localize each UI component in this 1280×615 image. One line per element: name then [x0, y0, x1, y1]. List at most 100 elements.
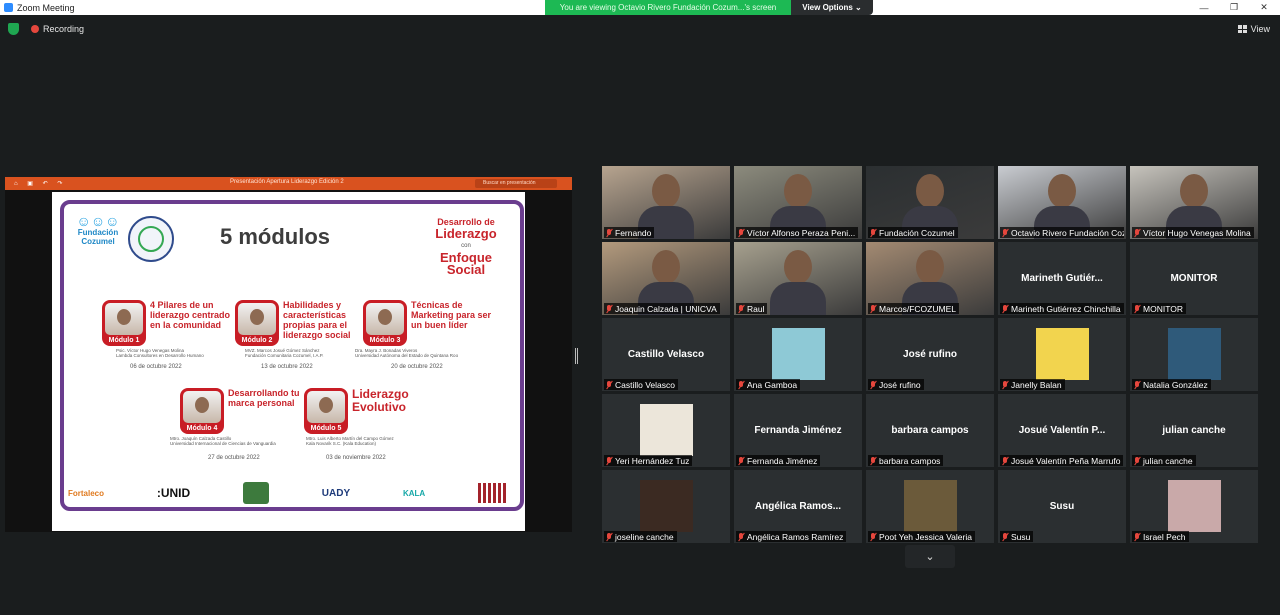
- split-resize-handle[interactable]: [575, 348, 578, 364]
- participant-tile[interactable]: Susu Susu: [998, 470, 1126, 543]
- participant-display-name: Susu: [1049, 501, 1075, 512]
- minimize-button[interactable]: —: [1189, 0, 1219, 15]
- participant-tile[interactable]: José rufino José rufino: [866, 318, 994, 391]
- shared-screen[interactable]: ⌂ ▣ ↶ ↷ Presentación Apertura Liderazgo …: [5, 177, 572, 532]
- participant-tile[interactable]: Ana Gamboa: [734, 318, 862, 391]
- participant-tile[interactable]: Yeri Hernández Tuz: [602, 394, 730, 467]
- participant-name-tag: barbara campos: [868, 455, 944, 466]
- participant-avatar: [772, 328, 825, 380]
- view-options-button[interactable]: View Options ⌄: [791, 0, 873, 15]
- muted-mic-icon: [738, 304, 744, 313]
- module-date: 03 de noviembre 2022: [326, 455, 386, 461]
- participant-tile[interactable]: Fundación Cozumel: [866, 166, 994, 239]
- muted-mic-icon: [1134, 380, 1140, 389]
- participant-tile[interactable]: Angélica Ramos... Angélica Ramos Ramírez: [734, 470, 862, 543]
- participant-name-tag: Yeri Hernández Tuz: [604, 455, 693, 466]
- close-button[interactable]: ✕: [1249, 0, 1279, 15]
- participant-name-tag: Fernando: [604, 227, 655, 238]
- muted-mic-icon: [1134, 456, 1140, 465]
- participant-name-tag: José rufino: [868, 379, 924, 390]
- presentation-toolbar: ⌂ ▣ ↶ ↷ Presentación Apertura Liderazgo …: [5, 177, 572, 190]
- participant-tile[interactable]: joseline canche: [602, 470, 730, 543]
- participant-silhouette: [652, 250, 680, 284]
- participant-name-tag: Fundación Cozumel: [868, 227, 958, 238]
- participant-name-tag: Marineth Gutiérrez Chinchilla: [1000, 303, 1124, 314]
- sponsor-building-icon: [477, 483, 508, 503]
- module-label: Módulo 5: [310, 425, 342, 432]
- view-button[interactable]: View: [1237, 24, 1270, 34]
- presentation-toolbar-icons: ⌂ ▣ ↶ ↷: [14, 181, 67, 187]
- participant-name: Ana Gamboa: [747, 379, 798, 390]
- participant-tile[interactable]: Janelly Balan: [998, 318, 1126, 391]
- module-label: Módulo 1: [108, 337, 140, 344]
- participant-avatar: [1168, 328, 1221, 380]
- participant-name: barbara campos: [879, 455, 941, 466]
- muted-mic-icon: [1002, 380, 1008, 389]
- module-date: 13 de octubre 2022: [261, 364, 313, 370]
- restore-button[interactable]: ❐: [1219, 0, 1249, 15]
- participant-tile[interactable]: julian canche julian canche: [1130, 394, 1258, 467]
- participant-name: José rufino: [879, 379, 921, 390]
- participant-tile[interactable]: Fernanda Jiménez Fernanda Jiménez: [734, 394, 862, 467]
- module-badge: Módulo 4: [180, 388, 224, 434]
- recording-label[interactable]: Recording: [43, 24, 84, 34]
- participant-tile[interactable]: Víctor Alfonso Peraza Peni...: [734, 166, 862, 239]
- participant-tile[interactable]: Octavio Rivero Fundación Coz...: [998, 166, 1126, 239]
- participant-avatar: [640, 480, 693, 532]
- participant-name-tag: Susu: [1000, 531, 1034, 542]
- gallery-grid-icon: [1237, 25, 1247, 33]
- muted-mic-icon: [606, 304, 612, 313]
- muted-mic-icon: [1002, 532, 1008, 541]
- participant-tile[interactable]: Joaquin Calzada | UNICVA: [602, 242, 730, 315]
- gallery-next-page-button[interactable]: ⌄: [905, 545, 955, 568]
- muted-mic-icon: [738, 228, 744, 237]
- participant-tile[interactable]: MONITOR MONITOR: [1130, 242, 1258, 315]
- participant-name: Josué Valentín Peña Marrufo: [1011, 455, 1121, 466]
- participant-tile[interactable]: Fernando: [602, 166, 730, 239]
- participant-tile[interactable]: Marineth Gutiér... Marineth Gutiérrez Chi…: [998, 242, 1126, 315]
- muted-mic-icon: [738, 380, 744, 389]
- participant-avatar: [1168, 480, 1221, 532]
- module-presenter: Dra. Mayra J. Bonadas Viveros Universidad…: [355, 348, 505, 358]
- muted-mic-icon: [606, 380, 612, 389]
- fundacion-logo-text: Fundación Cozumel: [77, 228, 119, 246]
- presentation-search: Buscar en presentación: [475, 179, 557, 188]
- screen-share-banner: You are viewing Octavio Rivero Fundación…: [545, 0, 791, 15]
- participant-tile[interactable]: Natalia González: [1130, 318, 1258, 391]
- muted-mic-icon: [606, 532, 612, 541]
- participant-tile[interactable]: Israel Pech: [1130, 470, 1258, 543]
- participant-name-tag: Víctor Hugo Venegas Molina: [1132, 227, 1254, 238]
- module-badge: Módulo 5: [304, 388, 348, 434]
- participant-tile[interactable]: Josué Valentín P... Josué Valentín Peña M…: [998, 394, 1126, 467]
- module-title: Técnicas de Marketing para ser un buen l…: [411, 300, 492, 330]
- participant-display-name: Angélica Ramos...: [754, 501, 842, 512]
- muted-mic-icon: [606, 228, 612, 237]
- participant-tile[interactable]: Marcos/FCOZUMEL: [866, 242, 994, 315]
- program-brand-logo: Desarrollo de Liderazgo con Enfoque Soci…: [424, 216, 508, 276]
- participant-name: Víctor Alfonso Peraza Peni...: [747, 227, 856, 238]
- participant-tile[interactable]: Víctor Hugo Venegas Molina: [1130, 166, 1258, 239]
- sponsor-logo: KALA: [402, 488, 426, 498]
- participant-name-tag: Josué Valentín Peña Marrufo: [1000, 455, 1124, 466]
- slide-title: 5 módulos: [220, 224, 331, 249]
- participant-name-tag: Natalia González: [1132, 379, 1211, 390]
- module-title: 4 Pilares de un liderazgo centrado en la…: [150, 300, 231, 330]
- muted-mic-icon: [1002, 456, 1008, 465]
- participant-tile[interactable]: Raul: [734, 242, 862, 315]
- participant-name: Joaquin Calzada | UNICVA: [615, 303, 717, 314]
- participant-tile[interactable]: barbara campos barbara campos: [866, 394, 994, 467]
- presenter-photo: [183, 391, 221, 423]
- participant-name: Susu: [1011, 531, 1031, 542]
- institution-seal-logo: [128, 216, 174, 262]
- participant-name-tag: Víctor Alfonso Peraza Peni...: [736, 227, 859, 238]
- participant-tile[interactable]: Poot Yeh Jessica Valeria: [866, 470, 994, 543]
- participant-tile[interactable]: Castillo Velasco Castillo Velasco: [602, 318, 730, 391]
- sponsor-crest-icon: [242, 482, 269, 504]
- security-shield-icon[interactable]: [8, 23, 19, 35]
- participant-silhouette: [1180, 174, 1208, 208]
- participant-name: Israel Pech: [1143, 531, 1186, 542]
- participant-name: joseline canche: [615, 531, 674, 542]
- recording-icon[interactable]: [31, 25, 39, 33]
- module-label: Módulo 3: [369, 337, 401, 344]
- muted-mic-icon: [738, 456, 744, 465]
